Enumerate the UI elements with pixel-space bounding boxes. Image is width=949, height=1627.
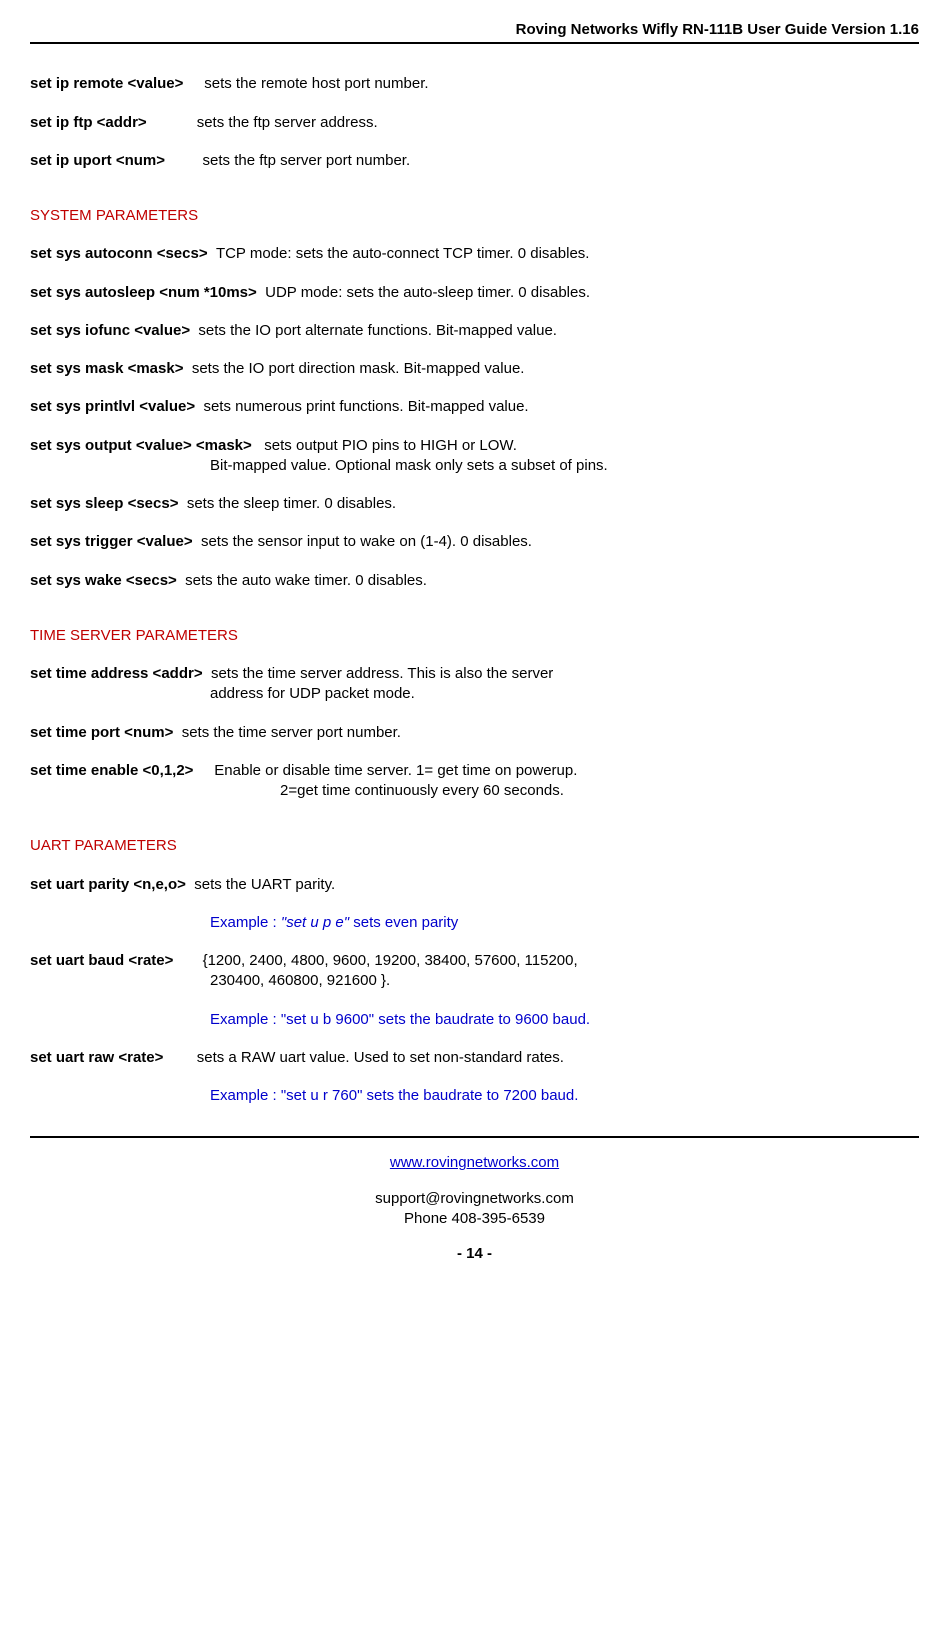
time-address-desc: sets the time server address. This is al… [211, 665, 553, 682]
footer-phone: Phone 408-395-6539 [30, 1209, 919, 1229]
sys-output-entry: set sys output <value> <mask> sets outpu… [30, 436, 919, 477]
uart-parity-ex-quote: "set u p e" [281, 914, 349, 931]
uart-parameters-heading: UART PARAMETERS [30, 836, 919, 856]
sys-wake-entry: set sys wake <secs> sets the auto wake t… [30, 571, 919, 591]
ip-ftp-entry: set ip ftp <addr> sets the ftp server ad… [30, 113, 919, 133]
time-enable-entry: set time enable <0,1,2> Enable or disabl… [30, 761, 919, 802]
ip-remote-entry: set ip remote <value> sets the remote ho… [30, 74, 919, 94]
page-header: Roving Networks Wifly RN-111B User Guide… [30, 20, 919, 44]
sys-mask-desc: sets the IO port direction mask. Bit-map… [192, 360, 525, 377]
footer-email: support@rovingnetworks.com [30, 1189, 919, 1209]
uart-baud-desc: {1200, 2400, 4800, 9600, 19200, 38400, 5… [203, 952, 578, 969]
time-port-desc: sets the time server port number. [182, 724, 401, 741]
time-address-cont: address for UDP packet mode. [30, 684, 919, 704]
sys-autosleep-cmd: set sys autosleep <num *10ms> [30, 284, 257, 301]
sys-autoconn-entry: set sys autoconn <secs> TCP mode: sets t… [30, 244, 919, 264]
sys-sleep-desc: sets the sleep timer. 0 disables. [187, 495, 396, 512]
uart-baud-entry: set uart baud <rate> {1200, 2400, 4800, … [30, 951, 919, 992]
time-address-cmd: set time address <addr> [30, 665, 203, 682]
ip-ftp-desc: sets the ftp server address. [197, 114, 378, 131]
footer-website-link[interactable]: www.rovingnetworks.com [390, 1154, 559, 1171]
time-port-entry: set time port <num> sets the time server… [30, 723, 919, 743]
sys-trigger-desc: sets the sensor input to wake on (1-4). … [201, 533, 532, 550]
uart-parity-ex-suffix: sets even parity [349, 914, 458, 931]
sys-trigger-entry: set sys trigger <value> sets the sensor … [30, 532, 919, 552]
uart-raw-cmd: set uart raw <rate> [30, 1049, 163, 1066]
sys-autosleep-entry: set sys autosleep <num *10ms> UDP mode: … [30, 283, 919, 303]
system-parameters-heading: SYSTEM PARAMETERS [30, 206, 919, 226]
sys-wake-desc: sets the auto wake timer. 0 disables. [185, 572, 427, 589]
time-address-entry: set time address <addr> sets the time se… [30, 664, 919, 705]
sys-iofunc-cmd: set sys iofunc <value> [30, 322, 190, 339]
sys-printlvl-desc: sets numerous print functions. Bit-mappe… [203, 398, 528, 415]
sys-sleep-entry: set sys sleep <secs> sets the sleep time… [30, 494, 919, 514]
uart-baud-cont: 230400, 460800, 921600 }. [30, 971, 919, 991]
uart-baud-cmd: set uart baud <rate> [30, 952, 173, 969]
time-port-cmd: set time port <num> [30, 724, 173, 741]
ip-remote-cmd: set ip remote <value> [30, 75, 183, 92]
footer: www.rovingnetworks.com [30, 1136, 919, 1173]
sys-output-cmd: set sys output <value> <mask> [30, 437, 252, 454]
sys-mask-cmd: set sys mask <mask> [30, 360, 183, 377]
ip-ftp-cmd: set ip ftp <addr> [30, 114, 147, 131]
sys-wake-cmd: set sys wake <secs> [30, 572, 177, 589]
sys-autosleep-desc: UDP mode: sets the auto-sleep timer. 0 d… [265, 284, 590, 301]
uart-raw-entry: set uart raw <rate> sets a RAW uart valu… [30, 1048, 919, 1068]
uart-raw-desc: sets a RAW uart value. Used to set non-s… [197, 1049, 564, 1066]
sys-sleep-cmd: set sys sleep <secs> [30, 495, 178, 512]
uart-parity-desc: sets the UART parity. [194, 876, 335, 893]
sys-printlvl-entry: set sys printlvl <value> sets numerous p… [30, 397, 919, 417]
sys-iofunc-entry: set sys iofunc <value> sets the IO port … [30, 321, 919, 341]
time-server-parameters-heading: TIME SERVER PARAMETERS [30, 626, 919, 646]
time-enable-desc: Enable or disable time server. 1= get ti… [214, 762, 577, 779]
sys-iofunc-desc: sets the IO port alternate functions. Bi… [198, 322, 557, 339]
sys-mask-entry: set sys mask <mask> sets the IO port dir… [30, 359, 919, 379]
sys-output-cont: Bit-mapped value. Optional mask only set… [30, 456, 919, 476]
uart-parity-entry: set uart parity <n,e,o> sets the UART pa… [30, 875, 919, 895]
ip-uport-entry: set ip uport <num> sets the ftp server p… [30, 151, 919, 171]
time-enable-cmd: set time enable <0,1,2> [30, 762, 193, 779]
page-number: - 14 - [30, 1244, 919, 1264]
time-enable-cont: 2=get time continuously every 60 seconds… [30, 781, 919, 801]
sys-printlvl-cmd: set sys printlvl <value> [30, 398, 195, 415]
uart-parity-cmd: set uart parity <n,e,o> [30, 876, 186, 893]
ip-remote-desc: sets the remote host port number. [204, 75, 428, 92]
sys-autoconn-cmd: set sys autoconn <secs> [30, 245, 208, 262]
ip-uport-cmd: set ip uport <num> [30, 152, 165, 169]
sys-autoconn-desc: TCP mode: sets the auto-connect TCP time… [216, 245, 590, 262]
uart-parity-example: Example : "set u p e" sets even parity [30, 913, 919, 933]
sys-output-desc: sets output PIO pins to HIGH or LOW. [264, 437, 517, 454]
uart-baud-example: Example : "set u b 9600" sets the baudra… [30, 1010, 919, 1030]
ip-uport-desc: sets the ftp server port number. [203, 152, 411, 169]
uart-raw-example: Example : "set u r 760" sets the baudrat… [30, 1086, 919, 1106]
uart-parity-ex-prefix: Example : [210, 914, 281, 931]
sys-trigger-cmd: set sys trigger <value> [30, 533, 193, 550]
